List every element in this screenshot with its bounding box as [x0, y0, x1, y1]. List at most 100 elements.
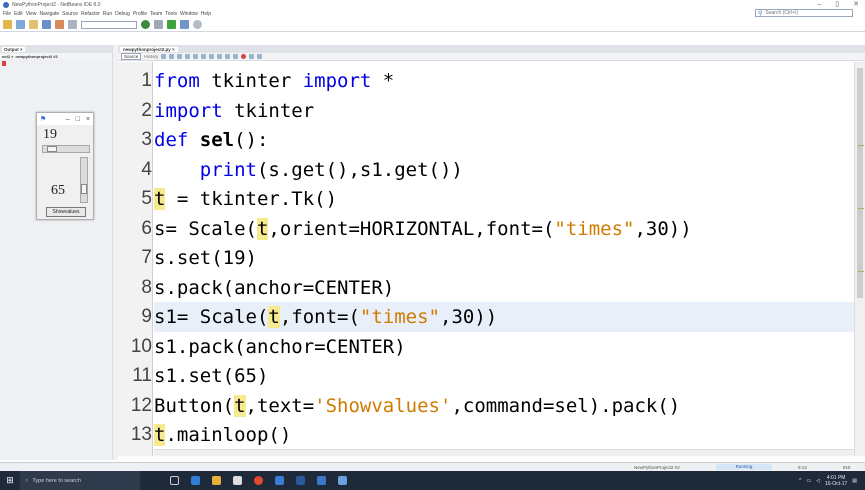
horizontal-scale[interactable]: [42, 145, 90, 153]
chrome-icon[interactable]: [254, 476, 263, 485]
menu-tools[interactable]: Tools: [165, 11, 177, 17]
taskbar-search-placeholder: Type here to search: [32, 477, 81, 484]
menu-debug[interactable]: Debug: [115, 11, 130, 17]
store-icon[interactable]: [233, 476, 242, 485]
menu-run[interactable]: Run: [103, 11, 112, 17]
minimize-button[interactable]: –: [817, 0, 821, 9]
back-icon[interactable]: [161, 54, 167, 59]
tk-taskbar-icon[interactable]: [338, 476, 347, 485]
open-project-icon[interactable]: [29, 20, 38, 29]
code-line[interactable]: s1= Scale(t ,font=("times" ,30)): [154, 302, 854, 332]
code-line[interactable]: import tkinter: [154, 96, 854, 126]
python-icon[interactable]: [275, 476, 284, 485]
showvalues-button[interactable]: Showvalues: [46, 207, 86, 217]
config-select[interactable]: [81, 20, 137, 29]
menu-source[interactable]: Source: [62, 11, 78, 17]
code-line[interactable]: Button(t ,text= 'Showvalues' ,command=sel).…: [154, 391, 854, 421]
find-prev-icon[interactable]: [185, 54, 191, 59]
close-button[interactable]: ✕: [853, 0, 859, 9]
menu-team[interactable]: Team: [150, 11, 162, 17]
code-line[interactable]: print (s.get(),s1.get()): [154, 155, 854, 185]
code-line[interactable]: s.pack(anchor=CENTER): [154, 273, 854, 303]
code-editor[interactable]: from tkinter import * import tkinter def s…: [154, 62, 854, 456]
line-number: 11: [132, 365, 152, 386]
maximize-button[interactable]: ▯: [835, 0, 839, 9]
debug-icon[interactable]: [180, 20, 189, 29]
edge-icon[interactable]: [191, 476, 200, 485]
new-project-icon[interactable]: [3, 20, 12, 29]
code-line[interactable]: s1.pack(anchor=CENTER): [154, 332, 854, 362]
find-icon[interactable]: [177, 54, 183, 59]
record-macro-icon[interactable]: [241, 54, 247, 59]
vertical-scale-slider[interactable]: [81, 184, 87, 194]
status-running[interactable]: Running: [716, 464, 772, 470]
menu-file[interactable]: File: [3, 11, 11, 17]
editor-horizontal-scrollbar[interactable]: [154, 449, 854, 456]
code-line[interactable]: t .mainloop(): [154, 420, 854, 450]
profile-icon[interactable]: [193, 20, 202, 29]
vertical-scale[interactable]: [80, 157, 88, 203]
build-icon[interactable]: [141, 20, 150, 29]
volume-icon[interactable]: ◁: [816, 478, 820, 484]
editor-scroll-thumb[interactable]: [857, 68, 863, 298]
source-tab[interactable]: Source: [121, 53, 142, 60]
shift-right-icon[interactable]: [217, 54, 223, 59]
notifications-icon[interactable]: ▤: [852, 478, 857, 484]
menu-profile[interactable]: Profile: [133, 11, 147, 17]
menu-refactor[interactable]: Refactor: [81, 11, 100, 17]
code-line[interactable]: t = tkinter.Tk(): [154, 184, 854, 214]
diff-icon[interactable]: [257, 54, 263, 59]
menu-window[interactable]: Window: [180, 11, 198, 17]
uncomment-icon[interactable]: [233, 54, 239, 59]
find-next-icon[interactable]: [193, 54, 199, 59]
clock[interactable]: 4:01 PM 16-Oct-17: [825, 475, 847, 487]
tk-app-window[interactable]: ⚑ – □ × 19 65 Showvalues: [36, 112, 94, 220]
editor-vertical-scrollbar[interactable]: [854, 62, 865, 456]
netbeans-taskbar-icon[interactable]: [317, 476, 326, 485]
network-icon[interactable]: ▭: [806, 478, 811, 484]
redo-icon[interactable]: [68, 20, 77, 29]
history-tab[interactable]: History: [144, 54, 158, 59]
tk-maximize-button[interactable]: □: [76, 116, 80, 123]
tk-close-button[interactable]: ×: [86, 116, 90, 123]
menu-help[interactable]: Help: [201, 11, 211, 17]
window-titlebar: NewPythonProject2 - NetBeans IDE 8.0 – ▯…: [0, 0, 865, 9]
stop-macro-icon[interactable]: [249, 54, 255, 59]
taskbar-search[interactable]: ○ Type here to search: [20, 471, 140, 490]
undo-icon[interactable]: [55, 20, 64, 29]
menu-navigate[interactable]: Navigate: [39, 11, 59, 17]
change-marker: [858, 145, 864, 146]
clean-build-icon[interactable]: [154, 20, 163, 29]
status-project[interactable]: NewPythonProject2 #2: [634, 465, 680, 470]
horizontal-scale-slider[interactable]: [47, 146, 57, 152]
comment-icon[interactable]: [225, 54, 231, 59]
tab-output[interactable]: Output ×: [2, 46, 25, 52]
output-subtab-1[interactable]: ect2 ×: [2, 54, 13, 59]
line-number: 1: [141, 70, 152, 91]
forward-icon[interactable]: [169, 54, 175, 59]
tk-minimize-button[interactable]: –: [66, 116, 70, 123]
run-icon[interactable]: [167, 20, 176, 29]
code-line[interactable]: s= Scale(t ,orient=HORIZONTAL,font=("time…: [154, 214, 854, 244]
line-number: 3: [141, 129, 152, 150]
output-subtab-2[interactable]: newpythonproject2 #2: [15, 54, 57, 59]
file-explorer-icon[interactable]: [212, 476, 221, 485]
menu-view[interactable]: View: [26, 11, 37, 17]
menu-edit[interactable]: Edit: [14, 11, 23, 17]
search-input[interactable]: ⚲ Search (Ctrl+I): [755, 9, 853, 17]
code-line[interactable]: s1.set(65): [154, 361, 854, 391]
code-line[interactable]: s.set(19): [154, 243, 854, 273]
code-line[interactable]: def sel ():: [154, 125, 854, 155]
windows-start-icon[interactable]: ⊞: [0, 471, 20, 490]
output-panel: [0, 45, 118, 460]
app-icon[interactable]: [296, 476, 305, 485]
task-view-icon[interactable]: [170, 476, 179, 485]
toggle-highlight-icon[interactable]: [201, 54, 207, 59]
tab-newpythonproject2[interactable]: newpythonproject2.py ×: [120, 46, 178, 52]
code-line[interactable]: from tkinter import *: [154, 66, 854, 96]
shift-left-icon[interactable]: [209, 54, 215, 59]
tray-chevron-icon[interactable]: ^: [799, 478, 801, 484]
new-file-icon[interactable]: [16, 20, 25, 29]
save-all-icon[interactable]: [42, 20, 51, 29]
code-token: s1= Scale(: [154, 306, 269, 328]
